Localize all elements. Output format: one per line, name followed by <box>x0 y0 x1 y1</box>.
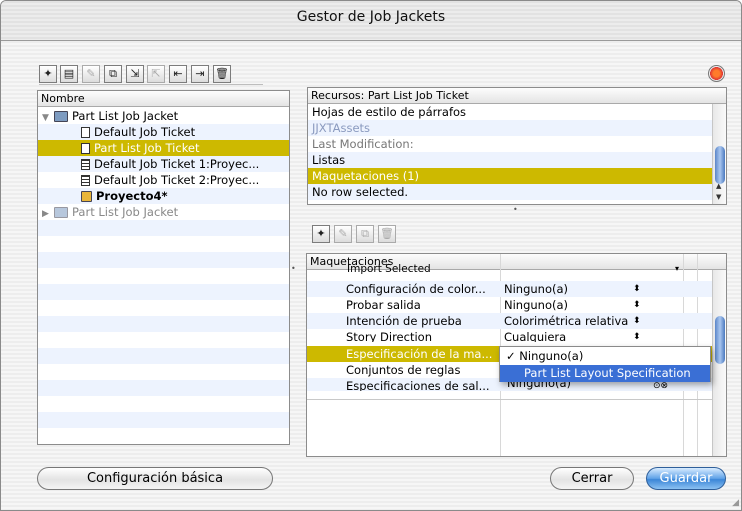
layout-spec-popup-menu: ✓ Ninguno(a) Part List Layout Specificat… <box>499 346 711 382</box>
stepper-icon[interactable]: ⬍ <box>633 297 641 313</box>
trash-icon[interactable]: 🗑 <box>378 225 396 243</box>
tree-item-ticket-selected[interactable]: Part List Job Ticket <box>38 140 289 156</box>
ticket-icon <box>81 127 90 138</box>
job-jackets-window: Gestor de Job Jackets ✦ ▤ ✎ ⧉ ⇲ ⇱ ⇤ ⇥ 🗑 … <box>0 0 742 511</box>
tree-item-ticket[interactable]: Default Job Ticket 2:Proyec... <box>38 172 289 188</box>
save-button[interactable]: Guardar <box>646 467 726 490</box>
import-icon[interactable]: ⇤ <box>169 65 187 83</box>
close-icon[interactable]: ⇱ <box>147 65 165 83</box>
jacket-icon <box>54 207 68 218</box>
disclosure-closed-icon[interactable]: ▶ <box>42 206 54 220</box>
tree-item-ticket[interactable]: Default Job Ticket 1:Proyec... <box>38 156 289 172</box>
basic-settings-button[interactable]: Configuración básica <box>37 467 273 490</box>
layout-row[interactable]: Story Direction Cualquiera ⬍ <box>307 329 712 342</box>
resource-item[interactable]: No row selected. <box>308 184 712 200</box>
window-title: Gestor de Job Jackets <box>296 9 446 25</box>
ticket-icon <box>81 175 90 186</box>
tree-item-ticket[interactable]: Default Job Ticket <box>38 124 289 140</box>
layout-row[interactable]: Intención de prueba Colorimétrica relativ… <box>307 313 712 329</box>
ticket-icon <box>81 143 90 154</box>
edit-icon[interactable]: ✎ <box>334 225 352 243</box>
tree-item-project[interactable]: Proyecto4* <box>38 188 289 204</box>
layout-row[interactable]: Probar salida Ninguno(a) ⬍ <box>307 297 712 313</box>
stepper-icon[interactable]: ⬍ <box>633 313 641 329</box>
resource-item-selected[interactable]: Maquetaciones (1) <box>308 168 712 184</box>
duplicate-icon[interactable]: ⧉ <box>356 225 374 243</box>
duplicate-icon[interactable]: ⧉ <box>104 65 122 83</box>
trash-icon[interactable]: 🗑 <box>213 65 231 83</box>
resource-item[interactable]: Listas <box>308 152 712 168</box>
export-icon[interactable]: ⇥ <box>191 65 209 83</box>
layout-row[interactable]: Import Selected ▾ <box>347 264 712 276</box>
splitter-handle[interactable]: • <box>291 264 296 273</box>
stepper-icon[interactable]: ▾ <box>675 264 679 274</box>
open-icon[interactable]: ⇲ <box>126 65 144 83</box>
resources-list: Recursos: Part List Job Ticket Hojas de … <box>307 87 727 205</box>
help-icon[interactable] <box>708 65 725 82</box>
disclosure-open-icon[interactable]: ▼ <box>42 110 54 124</box>
scroll-up-arrow-icon[interactable]: ▲ <box>716 182 721 190</box>
jacket-icon <box>54 111 68 122</box>
column-header-name[interactable]: Nombre <box>38 91 289 107</box>
scroll-thumb[interactable] <box>715 146 725 184</box>
scroll-down-arrow-icon[interactable]: ▼ <box>716 193 721 201</box>
tree-item-jacket[interactable]: ▶ Part List Job Jacket <box>38 204 289 220</box>
new-layout-icon[interactable]: ✦ <box>312 225 330 243</box>
new-ticket-icon[interactable]: ▤ <box>60 65 78 83</box>
title-bar[interactable]: Gestor de Job Jackets <box>1 1 741 41</box>
project-icon <box>81 191 92 202</box>
resize-grip-icon[interactable]: ◢ <box>732 498 739 508</box>
resources-scrollbar[interactable]: ▲ ▼ <box>712 104 726 204</box>
ticket-icon <box>81 159 90 170</box>
new-jacket-icon[interactable]: ✦ <box>39 65 57 83</box>
job-jacket-tree: Nombre ▼ Part List Job Jacket Default Job… <box>37 90 290 445</box>
resource-item[interactable]: Last Modification: <box>308 136 712 152</box>
layout-row[interactable]: Configuración de color... Ninguno(a) ⬍ <box>307 281 712 297</box>
tree-item-jacket[interactable]: ▼ Part List Job Jacket <box>38 108 289 124</box>
stepper-icon[interactable]: ⬍ <box>633 281 641 297</box>
layout-scrollbar[interactable] <box>712 270 726 456</box>
menu-item-none[interactable]: ✓ Ninguno(a) <box>500 348 710 365</box>
menu-item-part-list-layout[interactable]: Part List Layout Specification <box>500 365 710 382</box>
scroll-thumb[interactable] <box>715 316 725 364</box>
resources-header[interactable]: Recursos: Part List Job Ticket <box>308 88 726 104</box>
stepper-icon[interactable]: ⬍ <box>633 329 641 342</box>
close-button[interactable]: Cerrar <box>550 467 634 490</box>
toolbar-separator <box>39 84 263 85</box>
edit-icon[interactable]: ✎ <box>82 65 100 83</box>
resource-item[interactable]: JJXTAssets <box>308 120 712 136</box>
resource-item[interactable]: Hojas de estilo de párrafos <box>308 104 712 120</box>
splitter-handle[interactable]: • <box>513 205 518 214</box>
